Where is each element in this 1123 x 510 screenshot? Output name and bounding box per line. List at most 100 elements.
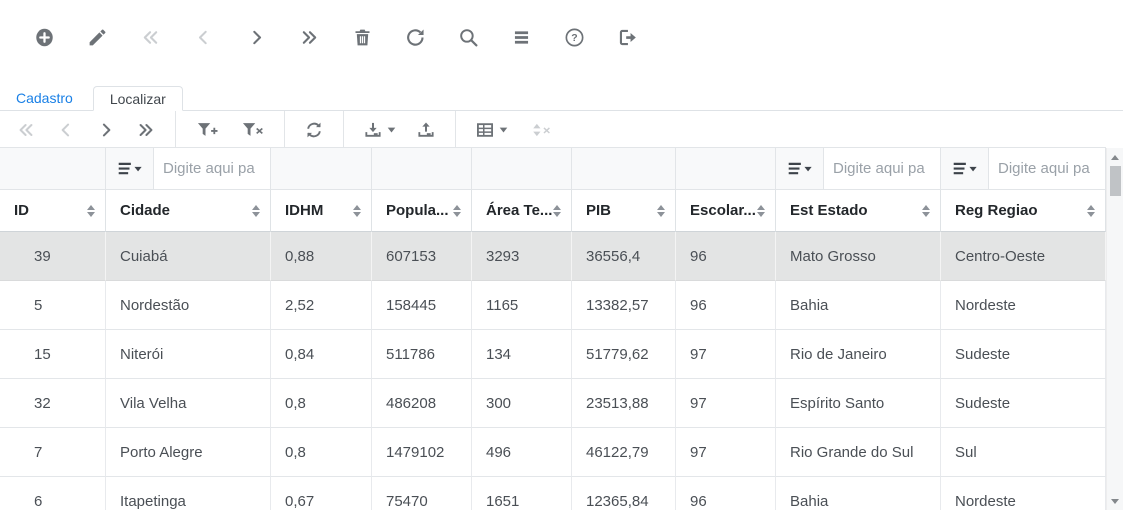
- filter-menu-button-reg-regiao[interactable]: [941, 148, 989, 189]
- clear-sort-button[interactable]: [528, 120, 553, 140]
- table-cell[interactable]: 97: [676, 379, 776, 428]
- scroll-down-button[interactable]: [1107, 493, 1123, 509]
- delete-button[interactable]: [352, 27, 373, 48]
- table-cell[interactable]: Rio Grande do Sul: [776, 428, 941, 477]
- table-cell[interactable]: Nordeste: [941, 281, 1106, 330]
- table-cell[interactable]: Espírito Santo: [776, 379, 941, 428]
- table-cell[interactable]: 3293: [472, 232, 572, 281]
- table-cell[interactable]: Sul: [941, 428, 1106, 477]
- column-header-rea-te[interactable]: Área Te...: [472, 190, 572, 232]
- columns-button[interactable]: [475, 120, 508, 140]
- table-cell[interactable]: 46122,79: [572, 428, 676, 477]
- table-cell[interactable]: 12365,84: [572, 477, 676, 510]
- table-cell[interactable]: Nordeste: [941, 477, 1106, 510]
- table-cell[interactable]: 0,84: [271, 330, 372, 379]
- export-button[interactable]: [363, 120, 396, 140]
- filter-input-est-estado[interactable]: [824, 148, 940, 189]
- table-cell[interactable]: 97: [676, 330, 776, 379]
- table-cell[interactable]: 32: [0, 379, 106, 428]
- column-header-est-estado[interactable]: Est Estado: [776, 190, 941, 232]
- filter-input-cidade[interactable]: [154, 148, 270, 189]
- table-row[interactable]: 32Vila Velha0,848620830023513,8897Espíri…: [0, 379, 1106, 428]
- menu-button[interactable]: [511, 27, 532, 48]
- column-header-idhm[interactable]: IDHM: [271, 190, 372, 232]
- table-cell[interactable]: Mato Grosso: [776, 232, 941, 281]
- next-button[interactable]: [246, 27, 267, 48]
- tab-localizar[interactable]: Localizar: [93, 86, 183, 111]
- edit-button[interactable]: [87, 27, 108, 48]
- table-cell[interactable]: Nordestão: [106, 281, 271, 330]
- remove-filter-button[interactable]: [240, 120, 265, 140]
- table-cell[interactable]: Itapetinga: [106, 477, 271, 510]
- table-row[interactable]: 15Niterói0,8451178613451779,6297Rio de J…: [0, 330, 1106, 379]
- table-cell[interactable]: 96: [676, 281, 776, 330]
- next-page-button[interactable]: [96, 120, 116, 140]
- table-cell[interactable]: 607153: [372, 232, 472, 281]
- column-header-popula[interactable]: Popula...: [372, 190, 472, 232]
- help-button[interactable]: ?: [564, 27, 585, 48]
- table-cell[interactable]: 6: [0, 477, 106, 510]
- column-header-reg-regiao[interactable]: Reg Regiao: [941, 190, 1106, 232]
- table-cell[interactable]: 1479102: [372, 428, 472, 477]
- table-cell[interactable]: Porto Alegre: [106, 428, 271, 477]
- scroll-up-button[interactable]: [1107, 149, 1123, 165]
- table-cell[interactable]: 13382,57: [572, 281, 676, 330]
- table-cell[interactable]: Centro-Oeste: [941, 232, 1106, 281]
- table-cell[interactable]: 96: [676, 232, 776, 281]
- table-cell[interactable]: 51779,62: [572, 330, 676, 379]
- table-row[interactable]: 6Itapetinga0,6775470165112365,8496BahiaN…: [0, 477, 1106, 510]
- column-header-id[interactable]: ID: [0, 190, 106, 232]
- scrollbar-thumb[interactable]: [1110, 166, 1121, 196]
- table-cell[interactable]: Sudeste: [941, 330, 1106, 379]
- table-cell[interactable]: 1651: [472, 477, 572, 510]
- table-cell[interactable]: 97: [676, 428, 776, 477]
- prev-page-button[interactable]: [56, 120, 76, 140]
- table-cell[interactable]: 158445: [372, 281, 472, 330]
- table-cell[interactable]: Sudeste: [941, 379, 1106, 428]
- filter-menu-button-est-estado[interactable]: [776, 148, 824, 189]
- table-cell[interactable]: Vila Velha: [106, 379, 271, 428]
- last-button[interactable]: [299, 27, 320, 48]
- first-button[interactable]: [140, 27, 161, 48]
- refresh-grid-button[interactable]: [304, 120, 324, 140]
- table-row[interactable]: 7Porto Alegre0,8147910249646122,7997Rio …: [0, 428, 1106, 477]
- table-cell[interactable]: 2,52: [271, 281, 372, 330]
- column-header-pib[interactable]: PIB: [572, 190, 676, 232]
- table-cell[interactable]: 0,8: [271, 428, 372, 477]
- column-header-cidade[interactable]: Cidade: [106, 190, 271, 232]
- last-page-button[interactable]: [136, 120, 156, 140]
- table-cell[interactable]: 23513,88: [572, 379, 676, 428]
- column-header-escolar[interactable]: Escolar...: [676, 190, 776, 232]
- filter-menu-button-cidade[interactable]: [106, 148, 154, 189]
- add-button[interactable]: [34, 27, 55, 48]
- search-button[interactable]: [458, 27, 479, 48]
- first-page-button[interactable]: [16, 120, 36, 140]
- table-cell[interactable]: 39: [0, 232, 106, 281]
- refresh-button[interactable]: [405, 27, 426, 48]
- table-cell[interactable]: Cuiabá: [106, 232, 271, 281]
- table-cell[interactable]: 0,8: [271, 379, 372, 428]
- table-cell[interactable]: 5: [0, 281, 106, 330]
- table-cell[interactable]: 96: [676, 477, 776, 510]
- previous-button[interactable]: [193, 27, 214, 48]
- table-cell[interactable]: 486208: [372, 379, 472, 428]
- filter-input-reg-regiao[interactable]: [989, 148, 1105, 189]
- vertical-scrollbar[interactable]: [1106, 148, 1123, 510]
- table-cell[interactable]: 134: [472, 330, 572, 379]
- import-button[interactable]: [416, 120, 436, 140]
- table-cell[interactable]: 511786: [372, 330, 472, 379]
- table-cell[interactable]: 36556,4: [572, 232, 676, 281]
- table-row[interactable]: 5Nordestão2,52158445116513382,5796BahiaN…: [0, 281, 1106, 330]
- table-cell[interactable]: Niterói: [106, 330, 271, 379]
- tab-cadastro[interactable]: Cadastro: [0, 86, 89, 110]
- table-cell[interactable]: 496: [472, 428, 572, 477]
- table-cell[interactable]: 15: [0, 330, 106, 379]
- table-cell[interactable]: 1165: [472, 281, 572, 330]
- exit-button[interactable]: [617, 27, 638, 48]
- table-cell[interactable]: Rio de Janeiro: [776, 330, 941, 379]
- table-cell[interactable]: 300: [472, 379, 572, 428]
- table-cell[interactable]: 0,67: [271, 477, 372, 510]
- table-cell[interactable]: 7: [0, 428, 106, 477]
- add-filter-button[interactable]: [195, 120, 220, 140]
- table-cell[interactable]: 0,88: [271, 232, 372, 281]
